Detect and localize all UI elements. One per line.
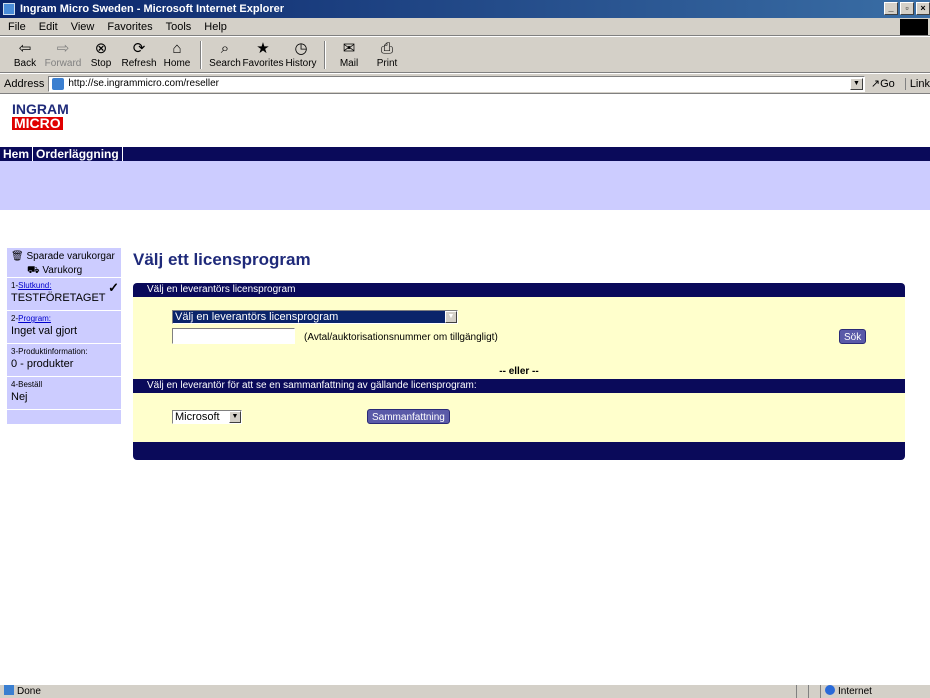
nav-orderlaggning[interactable]: Orderläggning [33,147,123,161]
print-button[interactable]: ⎙ Print [368,38,406,72]
window-title-bar: Ingram Micro Sweden - Microsoft Internet… [0,0,930,18]
security-zone: Internet [820,685,930,698]
menu-view[interactable]: View [71,21,95,33]
license-program-select[interactable]: Välj en leverantörs licensprogram ▼ [172,310,458,324]
forward-button[interactable]: ⇨ Forward [44,38,82,72]
step-program: 2-Program: Inget val gjort [7,311,121,344]
step-slutkund-value: TESTFÖRETAGET [11,292,106,304]
toolbar-separator [200,41,202,69]
menu-file[interactable]: File [8,21,26,33]
step-slutkund: 1-Slutkund: TESTFÖRETAGET ✓ [7,278,121,311]
vendor-select[interactable]: Microsoft ▼ [172,410,242,424]
windows-logo-icon [900,19,928,35]
agreement-hint: (Avtal/auktorisationsnummer om tillgängl… [304,332,498,343]
section2-body: Microsoft ▼ Sammanfattning [133,393,905,442]
cart-link[interactable]: ⛟ Varukorg [11,265,117,278]
section1-header: Välj en leverantörs licensprogram [133,283,905,297]
go-button[interactable]: ↗Go [871,77,895,90]
search-button[interactable]: ⌕ Search [206,38,244,72]
print-icon: ⎙ [380,40,393,57]
order-sidebar: 🗑 Sparade varukorgar ⛟ Varukorg 1-Slutku… [7,248,121,424]
status-bar: Done Internet [0,684,930,698]
stop-icon: ⊗ [94,40,108,57]
maximize-button[interactable]: ▫ [900,2,914,15]
history-button[interactable]: ◷ History [282,38,320,72]
step-program-value: Inget val gjort [11,325,78,337]
step-program-link[interactable]: Program: [18,314,51,323]
favorites-button[interactable]: ★ Favorites [242,38,283,72]
summary-button[interactable]: Sammanfattning [367,409,450,424]
chevron-down-icon: ▼ [229,411,241,423]
ingram-micro-logo[interactable]: INGRAM MICRO [12,102,69,132]
close-button[interactable]: × [916,2,930,15]
cart-icon: ⛟ [27,265,40,276]
favorites-icon: ★ [256,40,270,57]
home-button[interactable]: ⌂ Home [158,38,196,72]
page-icon [52,77,65,90]
step-bestall: 4-Beställ Nej [7,377,121,410]
section1-body: Välj en leverantörs licensprogram ▼ (Avt… [133,297,905,379]
globe-icon [825,685,835,695]
trash-icon: 🗑 [11,251,24,262]
search-icon: ⌕ [220,40,230,57]
agreement-number-input[interactable] [172,328,295,344]
back-button[interactable]: ⇦ Back [6,38,44,72]
forward-arrow-icon: ⇨ [56,40,70,57]
address-label: Address [4,77,45,90]
status-cell [796,685,808,698]
step-bestall-value: Nej [11,391,28,403]
toolbar-separator [324,41,326,69]
refresh-button[interactable]: ⟳ Refresh [120,38,158,72]
mail-button[interactable]: ✉ Mail [330,38,368,72]
menu-help[interactable]: Help [204,21,227,33]
status-text: Done [17,686,41,697]
minimize-button[interactable]: _ [884,2,898,15]
nav-hem[interactable]: Hem [0,147,34,161]
ie-icon [3,3,15,15]
go-arrow-icon: ↗ [870,78,881,90]
search-submit-button[interactable]: Sök [839,329,867,344]
browser-toolbar: ⇦ Back ⇨ Forward ⊗ Stop ⟳ Refresh ⌂ Home ⌕ Sea… [0,37,930,73]
saved-carts-box: 🗑 Sparade varukorgar ⛟ Varukorg [7,248,121,278]
step-produktinformation: 3-Produktinformation: 0 - produkter [7,344,121,377]
web-page: INGRAM MICRO Hem Orderläggning 🗑 Sparade … [0,95,930,684]
address-bar: Address http://se.ingrammicro.com/resell… [0,74,930,94]
sidebar-footer [7,410,121,424]
address-url: http://se.ingrammicro.com/reseller [68,78,219,89]
step-produktinformation-value: 0 - produkter [11,358,74,370]
license-panel: Välj en leverantörs licensprogram Välj e… [133,283,905,460]
section2-header: Välj en leverantör för att se en sammanf… [133,379,905,393]
checkmark-icon: ✓ [108,280,119,295]
window-title: Ingram Micro Sweden - Microsoft Internet… [20,3,285,15]
chevron-down-icon: ▼ [445,311,457,323]
page-title: Välj ett licensprogram [133,250,311,269]
status-text-area: Done [0,685,796,698]
menu-bar: File Edit View Favorites Tools Help [0,18,930,36]
page-icon [4,685,14,695]
or-label: -- eller -- [499,366,539,377]
site-nav: Hem Orderläggning [0,147,930,161]
menu-edit[interactable]: Edit [39,21,58,33]
stop-button[interactable]: ⊗ Stop [82,38,120,72]
links-button[interactable]: Link [904,77,930,90]
banner-area [0,161,930,210]
address-dropdown-button[interactable]: ▼ [849,77,863,90]
menu-tools[interactable]: Tools [166,21,192,33]
step-slutkund-link[interactable]: Slutkund: [18,281,51,290]
menu-favorites[interactable]: Favorites [107,21,152,33]
panel-footer [133,442,905,460]
saved-carts-link[interactable]: 🗑 Sparade varukorgar [11,251,117,262]
back-arrow-icon: ⇦ [18,40,32,57]
refresh-icon: ⟳ [132,40,146,57]
status-cell [808,685,820,698]
mail-icon: ✉ [342,40,356,57]
home-icon: ⌂ [172,40,182,57]
history-icon: ◷ [294,40,308,57]
address-input[interactable]: http://se.ingrammicro.com/reseller ▼ [48,75,865,92]
